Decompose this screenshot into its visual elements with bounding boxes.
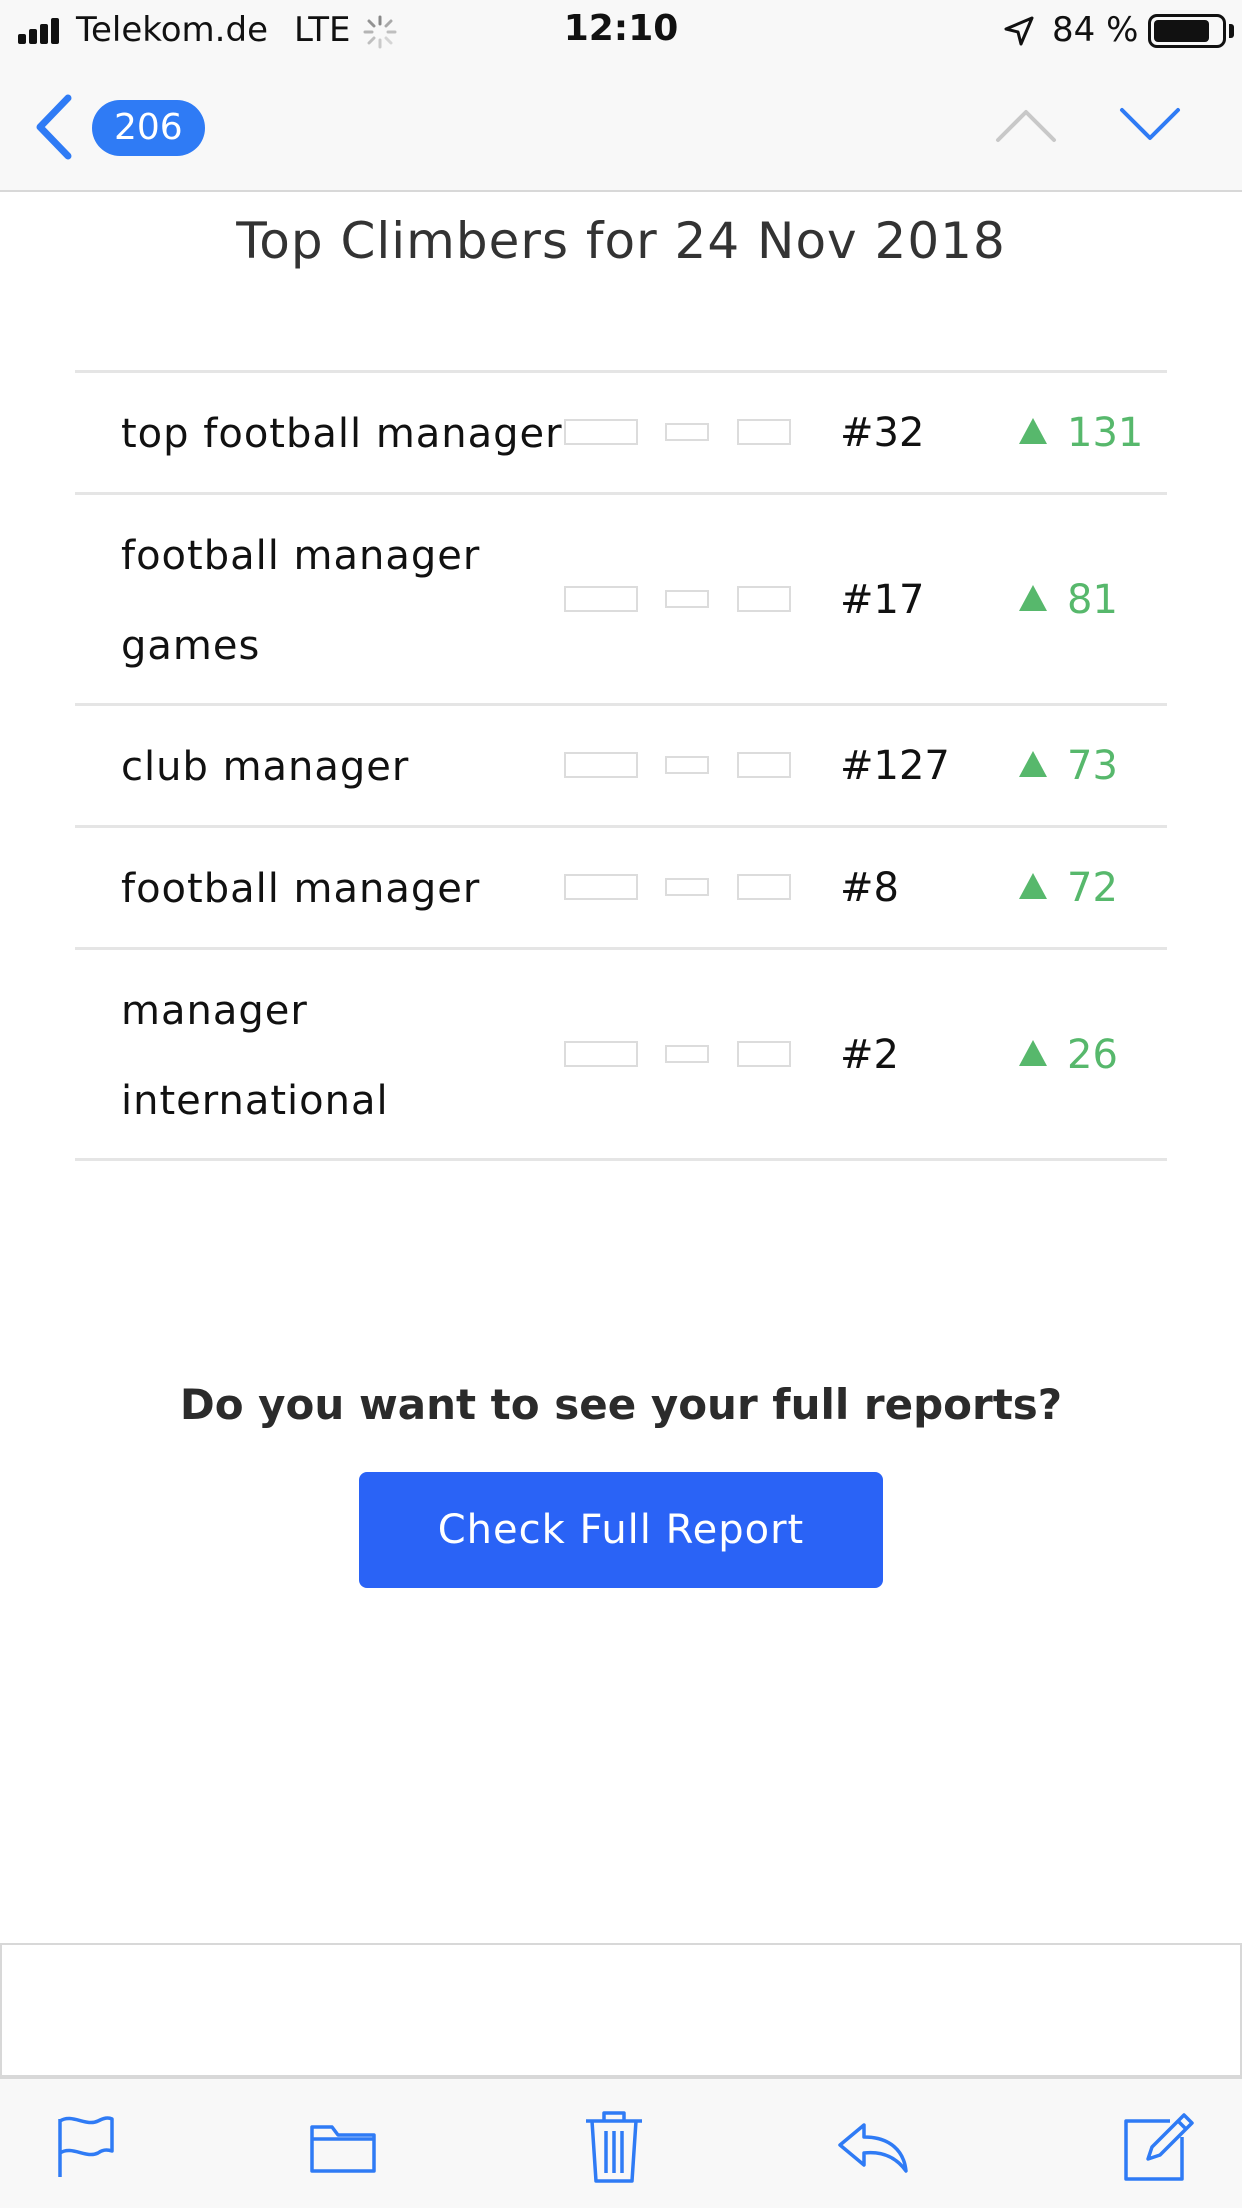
- placeholder-box: [564, 1041, 638, 1067]
- triangle-up-icon: [1019, 418, 1047, 444]
- rank-change: 81: [1019, 577, 1118, 623]
- placeholder-box: [665, 1045, 709, 1063]
- rank: #32: [840, 410, 925, 456]
- rank-change: 73: [1019, 743, 1118, 789]
- keyword: top football manager: [121, 411, 563, 457]
- placeholder-box: [737, 1041, 791, 1067]
- placeholder-box: [737, 419, 791, 445]
- change-value: 131: [1067, 410, 1144, 456]
- triangle-up-icon: [1019, 873, 1047, 899]
- mail-toolbar: [0, 2077, 1242, 2208]
- triangle-up-icon: [1019, 585, 1047, 611]
- table-row: football manager #8 72: [75, 828, 1167, 950]
- email-title: Top Climbers for 24 Nov 2018: [236, 212, 1006, 270]
- location-arrow-icon: [1004, 16, 1034, 46]
- chevron-left-icon[interactable]: [30, 92, 78, 162]
- rank-change: 26: [1019, 1032, 1118, 1078]
- chevron-up-icon: [996, 110, 1056, 142]
- battery-icon: [1148, 14, 1226, 48]
- check-full-report-button[interactable]: Check Full Report: [359, 1472, 883, 1588]
- table-row: manager international #2 26: [75, 950, 1167, 1161]
- triangle-up-icon: [1019, 1040, 1047, 1066]
- placeholder-box: [564, 419, 638, 445]
- placeholder-box: [564, 586, 638, 612]
- table-row: club manager #127 73: [75, 706, 1167, 828]
- battery-cap: [1229, 24, 1234, 38]
- table-row: top football manager #32 131: [75, 373, 1167, 495]
- trash-icon[interactable]: [574, 2107, 654, 2187]
- rank-change: 131: [1019, 410, 1143, 456]
- status-bar: Telekom.de LTE 12:10 84 %: [0, 0, 1242, 62]
- triangle-up-icon: [1019, 751, 1047, 777]
- placeholder-box: [737, 752, 791, 778]
- change-value: 72: [1067, 865, 1118, 911]
- keyword: manager international: [121, 988, 389, 1124]
- placeholder-box: [665, 590, 709, 608]
- placeholder-box: [564, 752, 638, 778]
- battery-percent: 84 %: [1052, 10, 1139, 50]
- change-value: 73: [1067, 743, 1118, 789]
- reply-icon[interactable]: [834, 2107, 914, 2187]
- keyword: club manager: [121, 744, 410, 790]
- rank: #127: [840, 743, 950, 789]
- folder-icon[interactable]: [302, 2107, 382, 2187]
- placeholder-box: [665, 756, 709, 774]
- change-value: 81: [1067, 577, 1118, 623]
- table-row: football manager games #17 81: [75, 495, 1167, 706]
- keyword: football manager: [121, 866, 481, 912]
- placeholder-box: [737, 874, 791, 900]
- keyword: football manager games: [121, 533, 481, 669]
- rank: #2: [840, 1032, 899, 1078]
- change-value: 26: [1067, 1032, 1118, 1078]
- battery-level: [1154, 20, 1210, 42]
- chevron-down-icon[interactable]: [1118, 100, 1182, 148]
- flag-icon[interactable]: [46, 2107, 126, 2187]
- placeholder-box: [564, 874, 638, 900]
- climbers-table: top football manager #32 131 football ma…: [75, 370, 1167, 1161]
- rank: #17: [840, 577, 925, 623]
- placeholder-box: [737, 586, 791, 612]
- rank: #8: [840, 865, 899, 911]
- placeholder-box: [665, 423, 709, 441]
- rank-change: 72: [1019, 865, 1118, 911]
- compose-icon[interactable]: [1118, 2107, 1198, 2187]
- email-footer-area: [0, 1943, 1242, 2077]
- unread-count-badge[interactable]: 206: [92, 100, 205, 156]
- cta-question: Do you want to see your full reports?: [179, 1380, 1063, 1429]
- placeholder-box: [665, 878, 709, 896]
- mail-nav-bar: 206: [0, 62, 1242, 192]
